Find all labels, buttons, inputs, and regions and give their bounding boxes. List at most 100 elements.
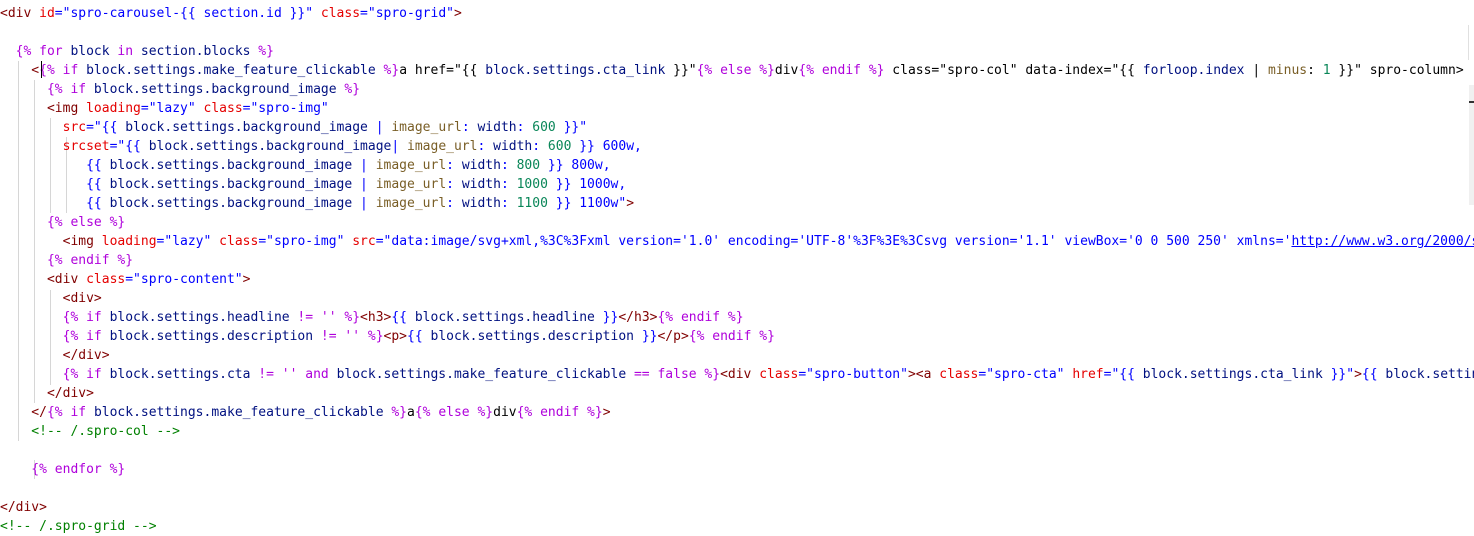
code-line[interactable]: </div> — [0, 346, 110, 365]
code-token: block.settings.background_image — [148, 139, 392, 154]
code-token: class — [759, 367, 799, 382]
code-token: class — [203, 101, 243, 116]
code-token: {% endif %} — [0, 253, 134, 268]
code-line[interactable]: <div> — [0, 289, 102, 308]
code-token: <h3> — [360, 310, 392, 325]
code-token: {% if — [39, 63, 87, 78]
code-token: > — [907, 367, 916, 382]
code-token: 1 — [1322, 63, 1331, 78]
code-token: | — [352, 158, 376, 173]
code-token: class — [86, 272, 126, 287]
code-token: ="{{ — [109, 139, 149, 154]
code-token: | — [352, 196, 376, 211]
code-token: minus — [1267, 63, 1308, 78]
code-line[interactable]: <!-- /.spro-grid --> — [0, 517, 157, 536]
code-token: block.settings.cta_link — [485, 63, 666, 78]
code-token: class="spro-col" data-index="{{ — [884, 63, 1143, 78]
code-token: loading — [101, 234, 157, 249]
code-line[interactable]: <div class="spro-content"> — [0, 270, 251, 289]
code-token: : — [477, 139, 494, 154]
code-token: }} — [594, 310, 619, 325]
code-token: href — [1072, 367, 1104, 382]
code-token: == false %} — [626, 367, 721, 382]
code-line[interactable]: {% endif %} — [0, 251, 133, 270]
code-token: }} 600w, — [571, 139, 642, 154]
code-line[interactable]: </{% if block.settings.make_feature_clic… — [0, 403, 610, 422]
code-editor[interactable]: <div id="spro-carousel-{{ section.id }}"… — [0, 0, 1474, 534]
code-line[interactable]: src="{{ block.settings.background_image … — [0, 118, 587, 137]
code-token: ="spro-grid" — [360, 6, 454, 21]
vertical-scrollbar[interactable] — [1469, 85, 1474, 205]
code-line[interactable]: {% endfor %} — [0, 460, 125, 479]
code-token: %} — [250, 44, 274, 59]
code-token: id — [39, 6, 55, 21]
code-line[interactable]: {{ block.settings.background_image | ima… — [0, 175, 626, 194]
code-token: ="lazy" — [156, 234, 220, 249]
code-token: src — [352, 234, 376, 249]
code-line[interactable]: {% if block.settings.cta != '' and block… — [0, 365, 1474, 384]
code-token: ="spro-content" — [125, 272, 243, 287]
code-line[interactable]: {% else %} — [0, 213, 125, 232]
code-token: </div> — [0, 348, 110, 363]
code-line[interactable]: {{ block.settings.background_image | ima… — [0, 194, 634, 213]
code-token: loading — [86, 101, 141, 116]
code-line[interactable]: <!-- /.spro-col --> — [0, 422, 180, 441]
code-token: {{ — [1361, 367, 1386, 382]
code-token: | — [1244, 63, 1268, 78]
code-token: {% if — [0, 367, 110, 382]
code-token: {{ — [0, 196, 110, 211]
code-token: block.settings.headline — [414, 310, 595, 325]
code-token: ="spro-button" — [798, 367, 908, 382]
code-token: block.settings.make_feature_clickable — [93, 405, 384, 420]
code-token: block.settings.cta_link — [1142, 367, 1323, 382]
code-token: : — [500, 177, 517, 192]
code-token: {% else %} — [414, 405, 494, 420]
code-line[interactable]: </div> — [0, 498, 47, 517]
code-token: block.settings.background_image — [93, 82, 337, 97]
code-token: }}" — [665, 63, 697, 78]
code-line[interactable]: <img loading="lazy" class="spro-img" src… — [0, 232, 1474, 251]
code-token: {{ — [391, 310, 415, 325]
code-token: <div — [0, 6, 40, 21]
code-token: : — [500, 196, 517, 211]
code-token: image_url — [391, 120, 462, 135]
code-token: > — [453, 6, 462, 21]
code-line[interactable]: {% if block.settings.description != '' %… — [0, 327, 775, 346]
code-token: | — [391, 139, 408, 154]
code-token: </div> — [0, 386, 94, 401]
code-token: width — [461, 196, 501, 211]
code-token: <a — [915, 367, 940, 382]
code-line[interactable]: {% for block in section.blocks %} — [0, 42, 274, 61]
code-token: <img — [0, 101, 87, 116]
code-token: {% else %} — [0, 215, 126, 230]
code-line[interactable]: srcset="{{ block.settings.background_ima… — [0, 137, 642, 156]
code-line[interactable]: <img loading="lazy" class="spro-img" — [0, 99, 329, 118]
code-token: {% if — [46, 405, 94, 420]
code-line[interactable]: <div id="spro-carousel-{{ section.id }}"… — [0, 4, 462, 23]
code-line[interactable]: {{ block.settings.background_image | ima… — [0, 156, 610, 175]
code-token: : — [446, 196, 462, 211]
code-line[interactable]: {% if block.settings.headline != '' %}<h… — [0, 308, 744, 327]
code-line[interactable]: <{% if block.settings.make_feature_click… — [0, 61, 1463, 80]
code-token: block.settings.description — [430, 329, 635, 344]
code-token: : — [516, 120, 533, 135]
code-token: forloop.index — [1142, 63, 1245, 78]
code-line[interactable]: {% if block.settings.background_image %} — [0, 80, 360, 99]
code-token: image_url — [407, 139, 478, 154]
code-token: block.settings.description — [109, 329, 314, 344]
code-token: | — [352, 177, 376, 192]
code-line[interactable]: </div> — [0, 384, 94, 403]
code-token: : — [446, 158, 462, 173]
code-token: ="{{ — [86, 120, 126, 135]
code-token: image_url — [375, 177, 447, 192]
code-token: <!-- /.spro-grid --> — [0, 519, 157, 534]
code-token: block.settings.background_image — [109, 158, 353, 173]
code-token: class — [320, 6, 361, 21]
code-token: width — [461, 177, 501, 192]
code-token: {{ — [0, 158, 110, 173]
code-token: }}" — [1322, 367, 1355, 382]
code-token: block.settings.make_feature_clickable — [336, 367, 627, 382]
code-token: block.settings.make_feature_clickable — [86, 63, 376, 78]
code-token: block.settings.cta — [109, 367, 251, 382]
code-token: : — [532, 139, 548, 154]
